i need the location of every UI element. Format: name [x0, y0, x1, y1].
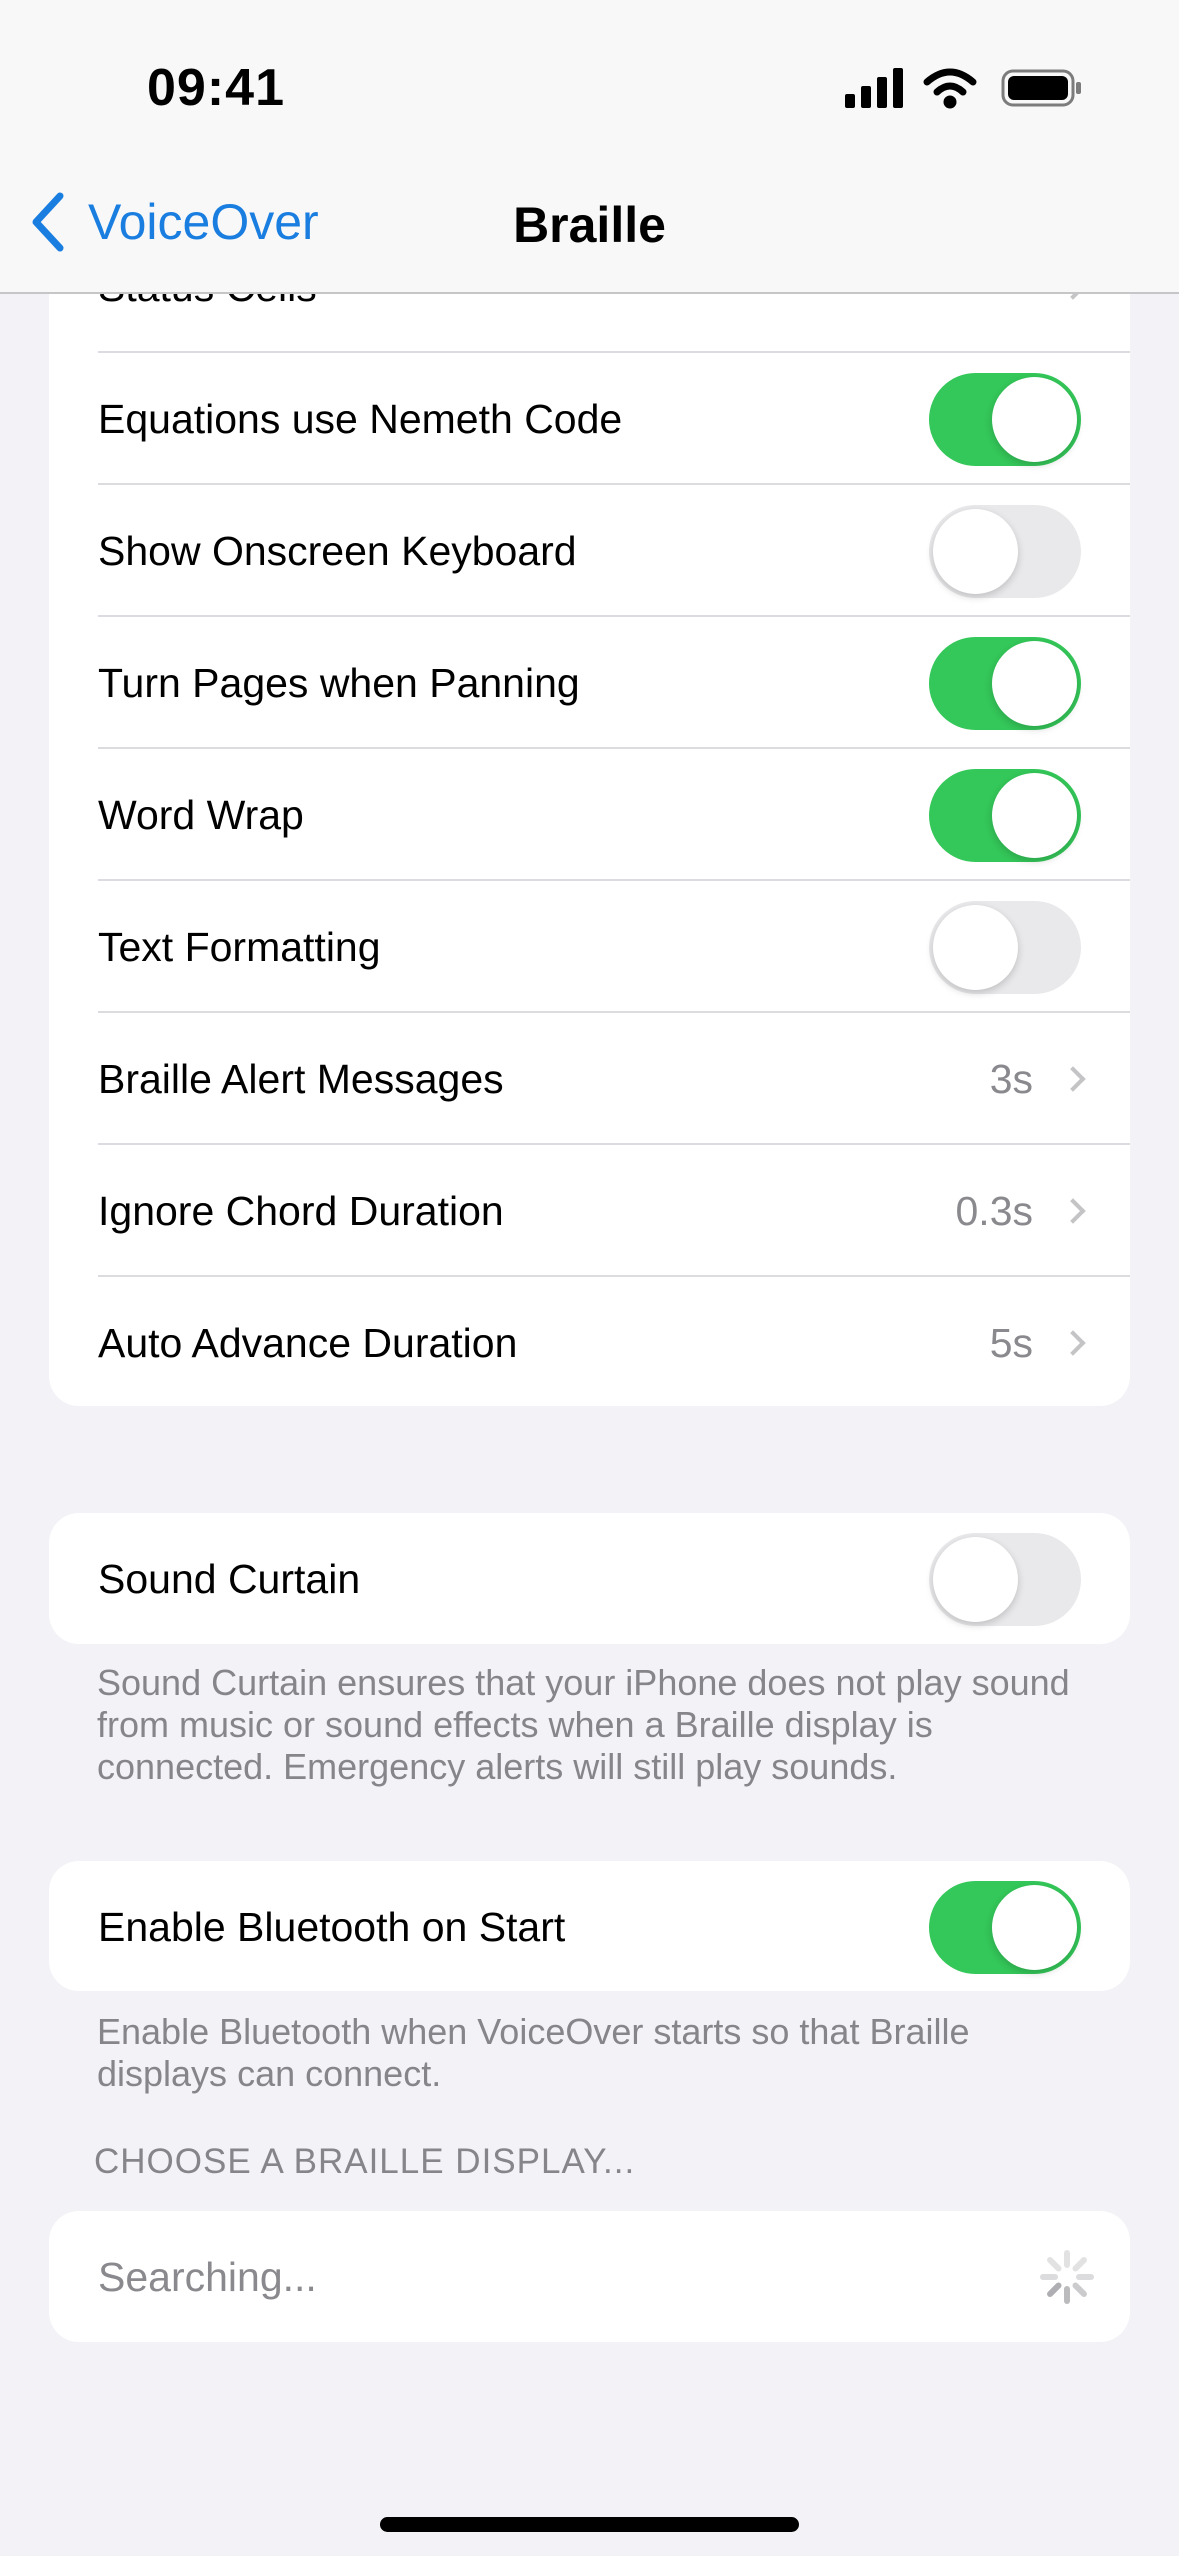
row-label: Show Onscreen Keyboard — [98, 527, 577, 574]
chevron-right-icon — [1060, 1198, 1086, 1224]
toggle-knob — [992, 640, 1077, 726]
row-label: Enable Bluetooth on Start — [98, 1903, 566, 1950]
sound-curtain-group: Sound Curtain — [49, 1513, 1130, 1644]
row-label: Sound Curtain — [98, 1555, 361, 1602]
toggle-switch[interactable] — [929, 900, 1081, 994]
braille-settings-group: Status Cells Equations use Nemeth CodeSh… — [49, 200, 1130, 1406]
row-label: Ignore Chord Duration — [98, 1187, 504, 1234]
toggle-switch[interactable] — [929, 372, 1081, 466]
row-auto-advance-duration[interactable]: Auto Advance Duration 5s — [49, 1277, 1130, 1406]
spinner-spoke — [1072, 2257, 1087, 2272]
toggle-knob — [992, 376, 1077, 462]
toggle-knob — [933, 508, 1018, 594]
toggle-switch[interactable] — [929, 504, 1081, 598]
row-enable-bluetooth[interactable]: Enable Bluetooth on Start — [49, 1861, 1130, 1991]
page-title: Braille — [513, 197, 666, 253]
row-label: Braille Alert Messages — [98, 1055, 504, 1102]
row-label: Word Wrap — [98, 791, 304, 838]
sound-curtain-footer: Sound Curtain ensures that your iPhone d… — [97, 1662, 1070, 1787]
searching-row: Searching... — [49, 2211, 1130, 2342]
row-value: 3s — [989, 1055, 1033, 1102]
toggle-knob — [992, 772, 1077, 858]
row-word-wrap[interactable]: Word Wrap — [49, 749, 1130, 881]
row-sound-curtain[interactable]: Sound Curtain — [49, 1513, 1130, 1644]
sound-curtain-toggle[interactable] — [929, 1532, 1081, 1626]
row-value: 0.3s — [955, 1187, 1034, 1234]
home-indicator — [380, 2517, 799, 2532]
section-header: CHOOSE A BRAILLE DISPLAY... — [94, 2142, 636, 2181]
row-label: Equations use Nemeth Code — [98, 395, 623, 442]
row-braille-alert-messages[interactable]: Braille Alert Messages 3s — [49, 1013, 1130, 1145]
bluetooth-group: Enable Bluetooth on Start — [49, 1861, 1130, 1991]
spinner-spoke — [1047, 2282, 1062, 2297]
row-turn-pages-when-panning[interactable]: Turn Pages when Panning — [49, 617, 1130, 749]
spinner-spoke — [1047, 2257, 1062, 2272]
row-text-formatting[interactable]: Text Formatting — [49, 881, 1130, 1013]
bluetooth-footer: Enable Bluetooth when VoiceOver starts s… — [97, 2011, 970, 2094]
navigation-bar: 09:41 VoiceOver Braille — [0, 0, 1179, 294]
row-ignore-chord-duration[interactable]: Ignore Chord Duration 0.3s — [49, 1145, 1130, 1277]
toggle-knob — [933, 904, 1018, 990]
wifi-icon — [923, 68, 977, 109]
cellular-signal-icon — [845, 68, 903, 108]
spinner-spoke — [1072, 2282, 1087, 2297]
bluetooth-toggle[interactable] — [929, 1880, 1081, 1974]
row-equations-use-nemeth-code[interactable]: Equations use Nemeth Code — [49, 353, 1130, 485]
status-icons — [845, 68, 1081, 109]
row-value: 5s — [989, 1319, 1033, 1366]
chevron-right-icon — [1060, 1330, 1086, 1356]
toggle-switch[interactable] — [929, 768, 1081, 862]
braille-display-list: Searching... — [49, 2211, 1130, 2342]
spinner-icon — [1040, 2250, 1094, 2304]
toggle-switch[interactable] — [929, 636, 1081, 730]
chevron-right-icon — [1060, 1066, 1086, 1092]
row-label: Text Formatting — [98, 923, 381, 970]
row-label: Auto Advance Duration — [98, 1319, 518, 1366]
battery-icon — [1001, 69, 1081, 107]
row-label: Turn Pages when Panning — [98, 659, 580, 706]
searching-label: Searching... — [98, 2253, 317, 2300]
status-time: 09:41 — [147, 59, 285, 117]
row-show-onscreen-keyboard[interactable]: Show Onscreen Keyboard — [49, 485, 1130, 617]
